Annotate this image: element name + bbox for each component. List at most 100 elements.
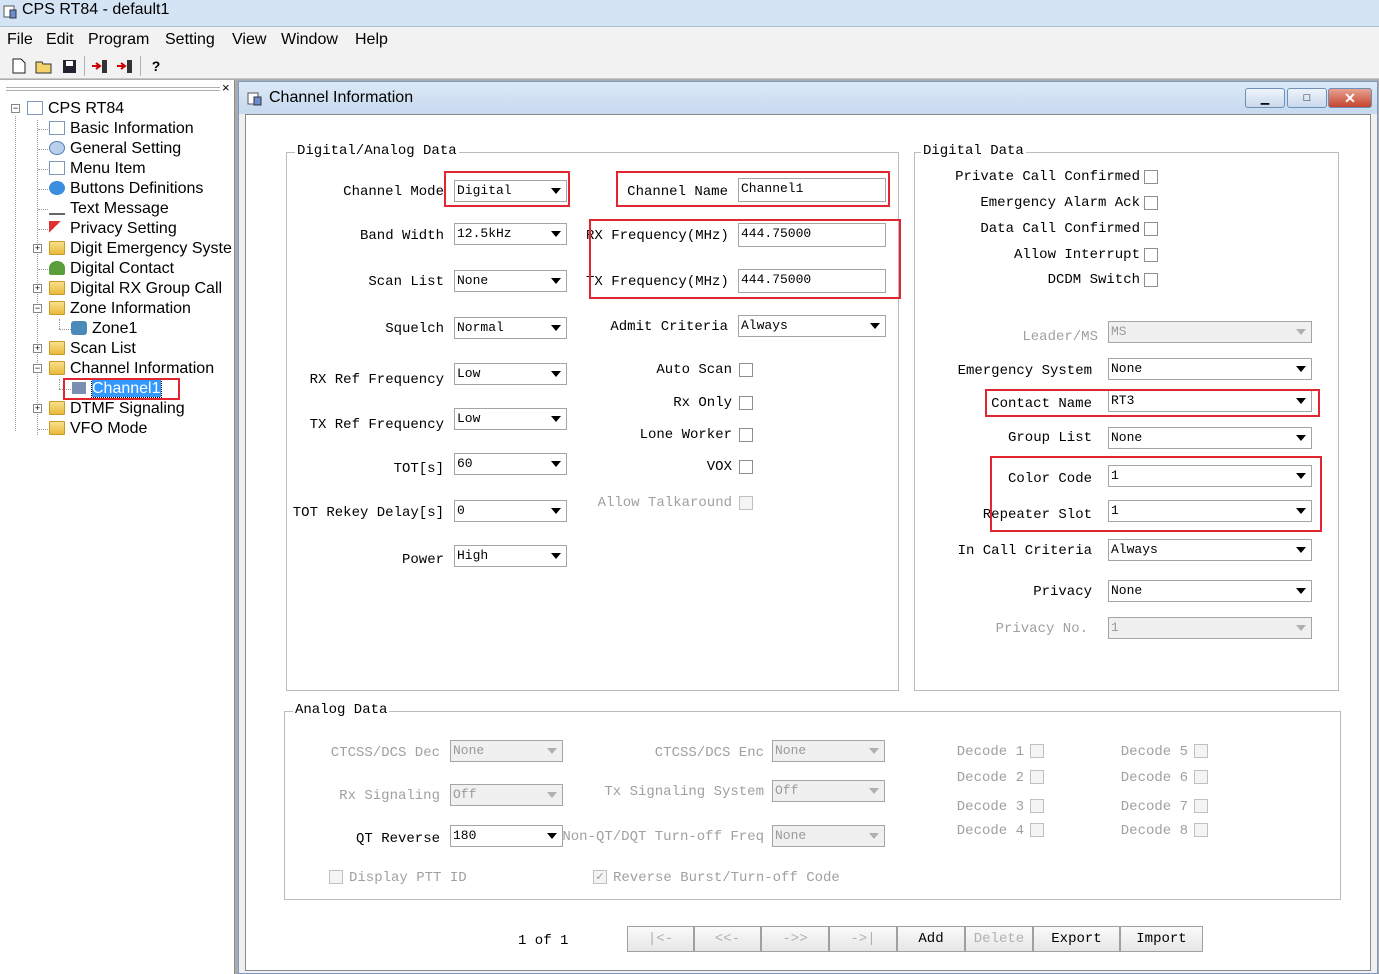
panel-grip[interactable] bbox=[6, 87, 220, 91]
label-scan-list: Scan List bbox=[368, 274, 444, 290]
private-call-checkbox[interactable] bbox=[1144, 170, 1158, 184]
channel-information-window: Channel Information ▁ □ ✕ Digital/Analog… bbox=[238, 81, 1378, 974]
menu-setting[interactable]: Setting bbox=[165, 31, 215, 49]
tx-ref-frequency-select[interactable]: Low bbox=[454, 408, 567, 430]
minimize-button[interactable]: ▁ bbox=[1245, 88, 1285, 108]
group-title: Analog Data bbox=[293, 702, 390, 718]
menu-help[interactable]: Help bbox=[355, 31, 388, 49]
menu-window[interactable]: Window bbox=[281, 31, 338, 49]
menu-edit[interactable]: Edit bbox=[46, 31, 74, 49]
highlight-color-code-slot bbox=[990, 456, 1322, 532]
write-radio-icon[interactable] bbox=[115, 56, 135, 76]
navigation-tree: × − CPS RT84 Basic Information General S… bbox=[0, 80, 235, 974]
label-decode-8: Decode 8 bbox=[1120, 823, 1188, 839]
first-record-button[interactable]: |<- bbox=[627, 926, 694, 952]
scan-list-select[interactable]: None bbox=[454, 270, 567, 292]
tree-close-icon[interactable]: × bbox=[222, 80, 230, 95]
tree-item-dtmf-signaling[interactable]: DTMF Signaling bbox=[49, 399, 185, 419]
new-icon[interactable] bbox=[9, 56, 29, 76]
app-title-bar: CPS RT84 - default1 bbox=[0, 0, 1379, 27]
menu-program[interactable]: Program bbox=[88, 31, 149, 49]
power-select[interactable]: High bbox=[454, 545, 567, 567]
window-title-bar[interactable]: Channel Information ▁ □ ✕ bbox=[239, 82, 1377, 114]
expander-zone-information[interactable]: − bbox=[33, 304, 42, 313]
tree-item-text-message[interactable]: Text Message bbox=[49, 199, 169, 219]
expander-digit-emergency[interactable]: + bbox=[33, 244, 42, 253]
label-auto-scan: Auto Scan bbox=[656, 362, 732, 378]
dcdm-switch-checkbox[interactable] bbox=[1144, 273, 1158, 287]
highlight-channel-name bbox=[616, 171, 890, 207]
tree-item-menu-item[interactable]: Menu Item bbox=[49, 159, 146, 179]
previous-record-button[interactable]: <<- bbox=[694, 926, 761, 952]
data-call-checkbox[interactable] bbox=[1144, 222, 1158, 236]
menu-file[interactable]: File bbox=[7, 31, 33, 49]
rx-ref-frequency-select[interactable]: Low bbox=[454, 363, 567, 385]
label-tx-ref-frequency: TX Ref Frequency bbox=[309, 417, 444, 433]
chevron-down-icon bbox=[1292, 429, 1310, 447]
emergency-system-select[interactable]: None bbox=[1108, 358, 1312, 380]
label-admit-criteria: Admit Criteria bbox=[610, 319, 728, 335]
import-button[interactable]: Import bbox=[1120, 926, 1203, 952]
allow-interrupt-checkbox[interactable] bbox=[1144, 248, 1158, 262]
chevron-down-icon bbox=[547, 547, 565, 565]
label-private-call: Private Call Confirmed bbox=[955, 169, 1140, 185]
export-button[interactable]: Export bbox=[1033, 926, 1120, 952]
label-decode-2: Decode 2 bbox=[956, 770, 1024, 786]
add-button[interactable]: Add bbox=[897, 926, 965, 952]
label-in-call-criteria: In Call Criteria bbox=[957, 543, 1092, 559]
expander-dtmf[interactable]: + bbox=[33, 404, 42, 413]
tree-item-channel-information[interactable]: Channel Information bbox=[49, 359, 214, 379]
band-width-select[interactable]: 12.5kHz bbox=[454, 223, 567, 245]
chevron-down-icon bbox=[865, 742, 883, 760]
expander-scan-list[interactable]: + bbox=[33, 344, 42, 353]
label-rx-signaling: Rx Signaling bbox=[339, 788, 440, 804]
tree-item-vfo-mode[interactable]: VFO Mode bbox=[49, 419, 147, 439]
menu-view[interactable]: View bbox=[232, 31, 266, 49]
folder-icon bbox=[49, 281, 65, 295]
tot-rekey-delay-select[interactable]: 0 bbox=[454, 500, 567, 522]
expander-digital-rx[interactable]: + bbox=[33, 284, 42, 293]
menu-bar: File Edit Program Setting View Window He… bbox=[0, 27, 1379, 52]
tree-item-privacy-setting[interactable]: Privacy Setting bbox=[49, 219, 177, 239]
expander-channel-information[interactable]: − bbox=[33, 364, 42, 373]
delete-button[interactable]: Delete bbox=[965, 926, 1033, 952]
tree-item-general-setting[interactable]: General Setting bbox=[49, 139, 181, 159]
open-icon[interactable] bbox=[34, 56, 54, 76]
window-title: Channel Information bbox=[269, 89, 414, 106]
in-call-criteria-select[interactable]: Always bbox=[1108, 539, 1312, 561]
app-icon bbox=[3, 5, 17, 19]
chevron-down-icon bbox=[1292, 360, 1310, 378]
last-record-button[interactable]: ->| bbox=[829, 926, 897, 952]
tree-root[interactable]: CPS RT84 bbox=[27, 99, 124, 119]
rx-only-checkbox[interactable] bbox=[739, 396, 753, 410]
admit-criteria-select[interactable]: Always bbox=[738, 315, 886, 337]
squelch-select[interactable]: Normal bbox=[454, 317, 567, 339]
tree-item-buttons-definitions[interactable]: Buttons Definitions bbox=[49, 179, 203, 199]
label-decode-7: Decode 7 bbox=[1120, 799, 1188, 815]
help-icon[interactable]: ? bbox=[146, 56, 166, 76]
privacy-select[interactable]: None bbox=[1108, 580, 1312, 602]
tree-item-digit-emergency[interactable]: Digit Emergency Syste bbox=[49, 239, 232, 259]
group-list-select[interactable]: None bbox=[1108, 427, 1312, 449]
tree-item-zone-information[interactable]: Zone Information bbox=[49, 299, 191, 319]
close-button[interactable]: ✕ bbox=[1328, 88, 1372, 108]
label-band-width: Band Width bbox=[359, 228, 444, 244]
read-radio-icon[interactable] bbox=[90, 56, 110, 76]
chevron-down-icon bbox=[543, 742, 561, 760]
tot-select[interactable]: 60 bbox=[454, 453, 567, 475]
label-vox: VOX bbox=[706, 459, 732, 475]
tree-item-zone1[interactable]: Zone1 bbox=[71, 319, 137, 339]
next-record-button[interactable]: ->> bbox=[761, 926, 829, 952]
tree-item-scan-list[interactable]: Scan List bbox=[49, 339, 136, 359]
privacy-icon bbox=[49, 221, 65, 235]
auto-scan-checkbox[interactable] bbox=[739, 363, 753, 377]
tree-item-digital-rx-group-call[interactable]: Digital RX Group Call bbox=[49, 279, 222, 299]
expander-root[interactable]: − bbox=[11, 104, 20, 113]
save-icon[interactable] bbox=[59, 56, 79, 76]
tree-item-basic-information[interactable]: Basic Information bbox=[49, 119, 194, 139]
emergency-ack-checkbox[interactable] bbox=[1144, 196, 1158, 210]
maximize-button[interactable]: □ bbox=[1287, 88, 1327, 108]
vox-checkbox[interactable] bbox=[739, 460, 753, 474]
tree-item-digital-contact[interactable]: Digital Contact bbox=[49, 259, 174, 279]
lone-worker-checkbox[interactable] bbox=[739, 428, 753, 442]
